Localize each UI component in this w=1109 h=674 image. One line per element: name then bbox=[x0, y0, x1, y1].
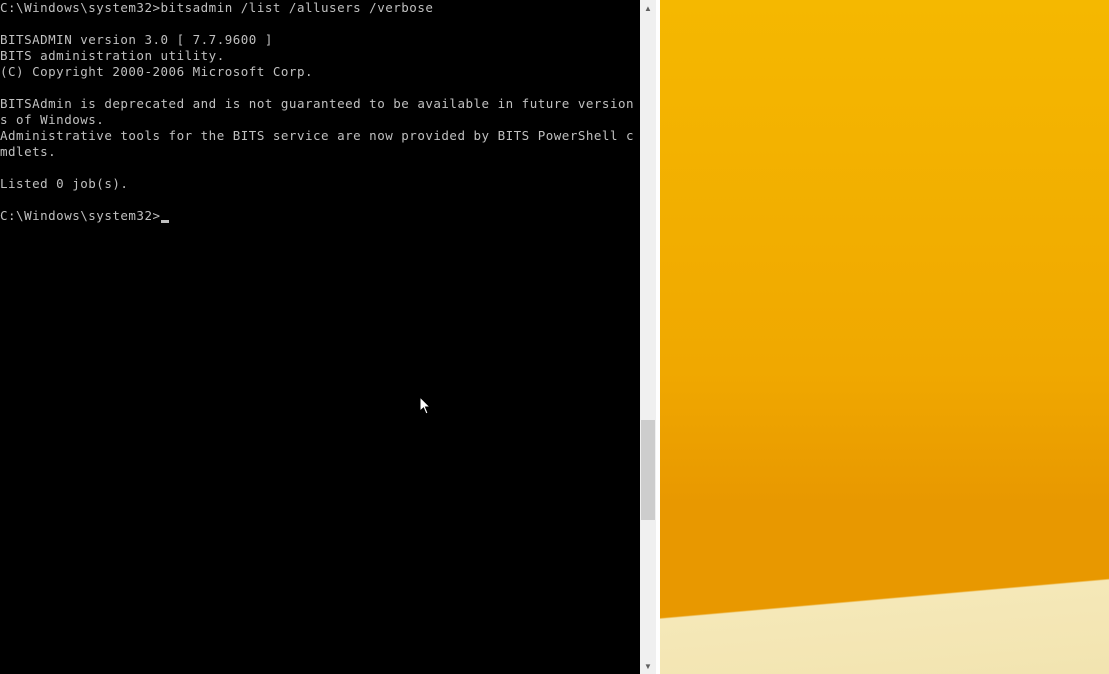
console-line: BITSADMIN version 3.0 [ 7.7.9600 ] bbox=[0, 32, 640, 48]
cmd-window: C:\Windows\system32>bitsadmin /list /all… bbox=[0, 0, 656, 674]
console-line: BITS administration utility. bbox=[0, 48, 640, 64]
scroll-up-arrow-icon[interactable]: ▲ bbox=[640, 0, 656, 16]
text-cursor bbox=[161, 220, 169, 223]
console-line bbox=[0, 160, 640, 176]
console-prompt[interactable]: C:\Windows\system32> bbox=[0, 208, 640, 224]
scroll-down-arrow-icon[interactable]: ▼ bbox=[640, 658, 656, 674]
console-output-area[interactable]: C:\Windows\system32>bitsadmin /list /all… bbox=[0, 0, 640, 674]
console-line bbox=[0, 192, 640, 208]
console-line: BITSAdmin is deprecated and is not guara… bbox=[0, 96, 640, 128]
console-line: Administrative tools for the BITS servic… bbox=[0, 128, 640, 160]
console-line bbox=[0, 80, 640, 96]
scroll-thumb[interactable] bbox=[641, 420, 655, 520]
console-line: Listed 0 job(s). bbox=[0, 176, 640, 192]
console-line: (C) Copyright 2000-2006 Microsoft Corp. bbox=[0, 64, 640, 80]
vertical-scrollbar[interactable]: ▲ ▼ bbox=[640, 0, 656, 674]
console-line: C:\Windows\system32>bitsadmin /list /all… bbox=[0, 0, 640, 16]
console-line bbox=[0, 16, 640, 32]
desktop-background bbox=[660, 0, 1109, 674]
